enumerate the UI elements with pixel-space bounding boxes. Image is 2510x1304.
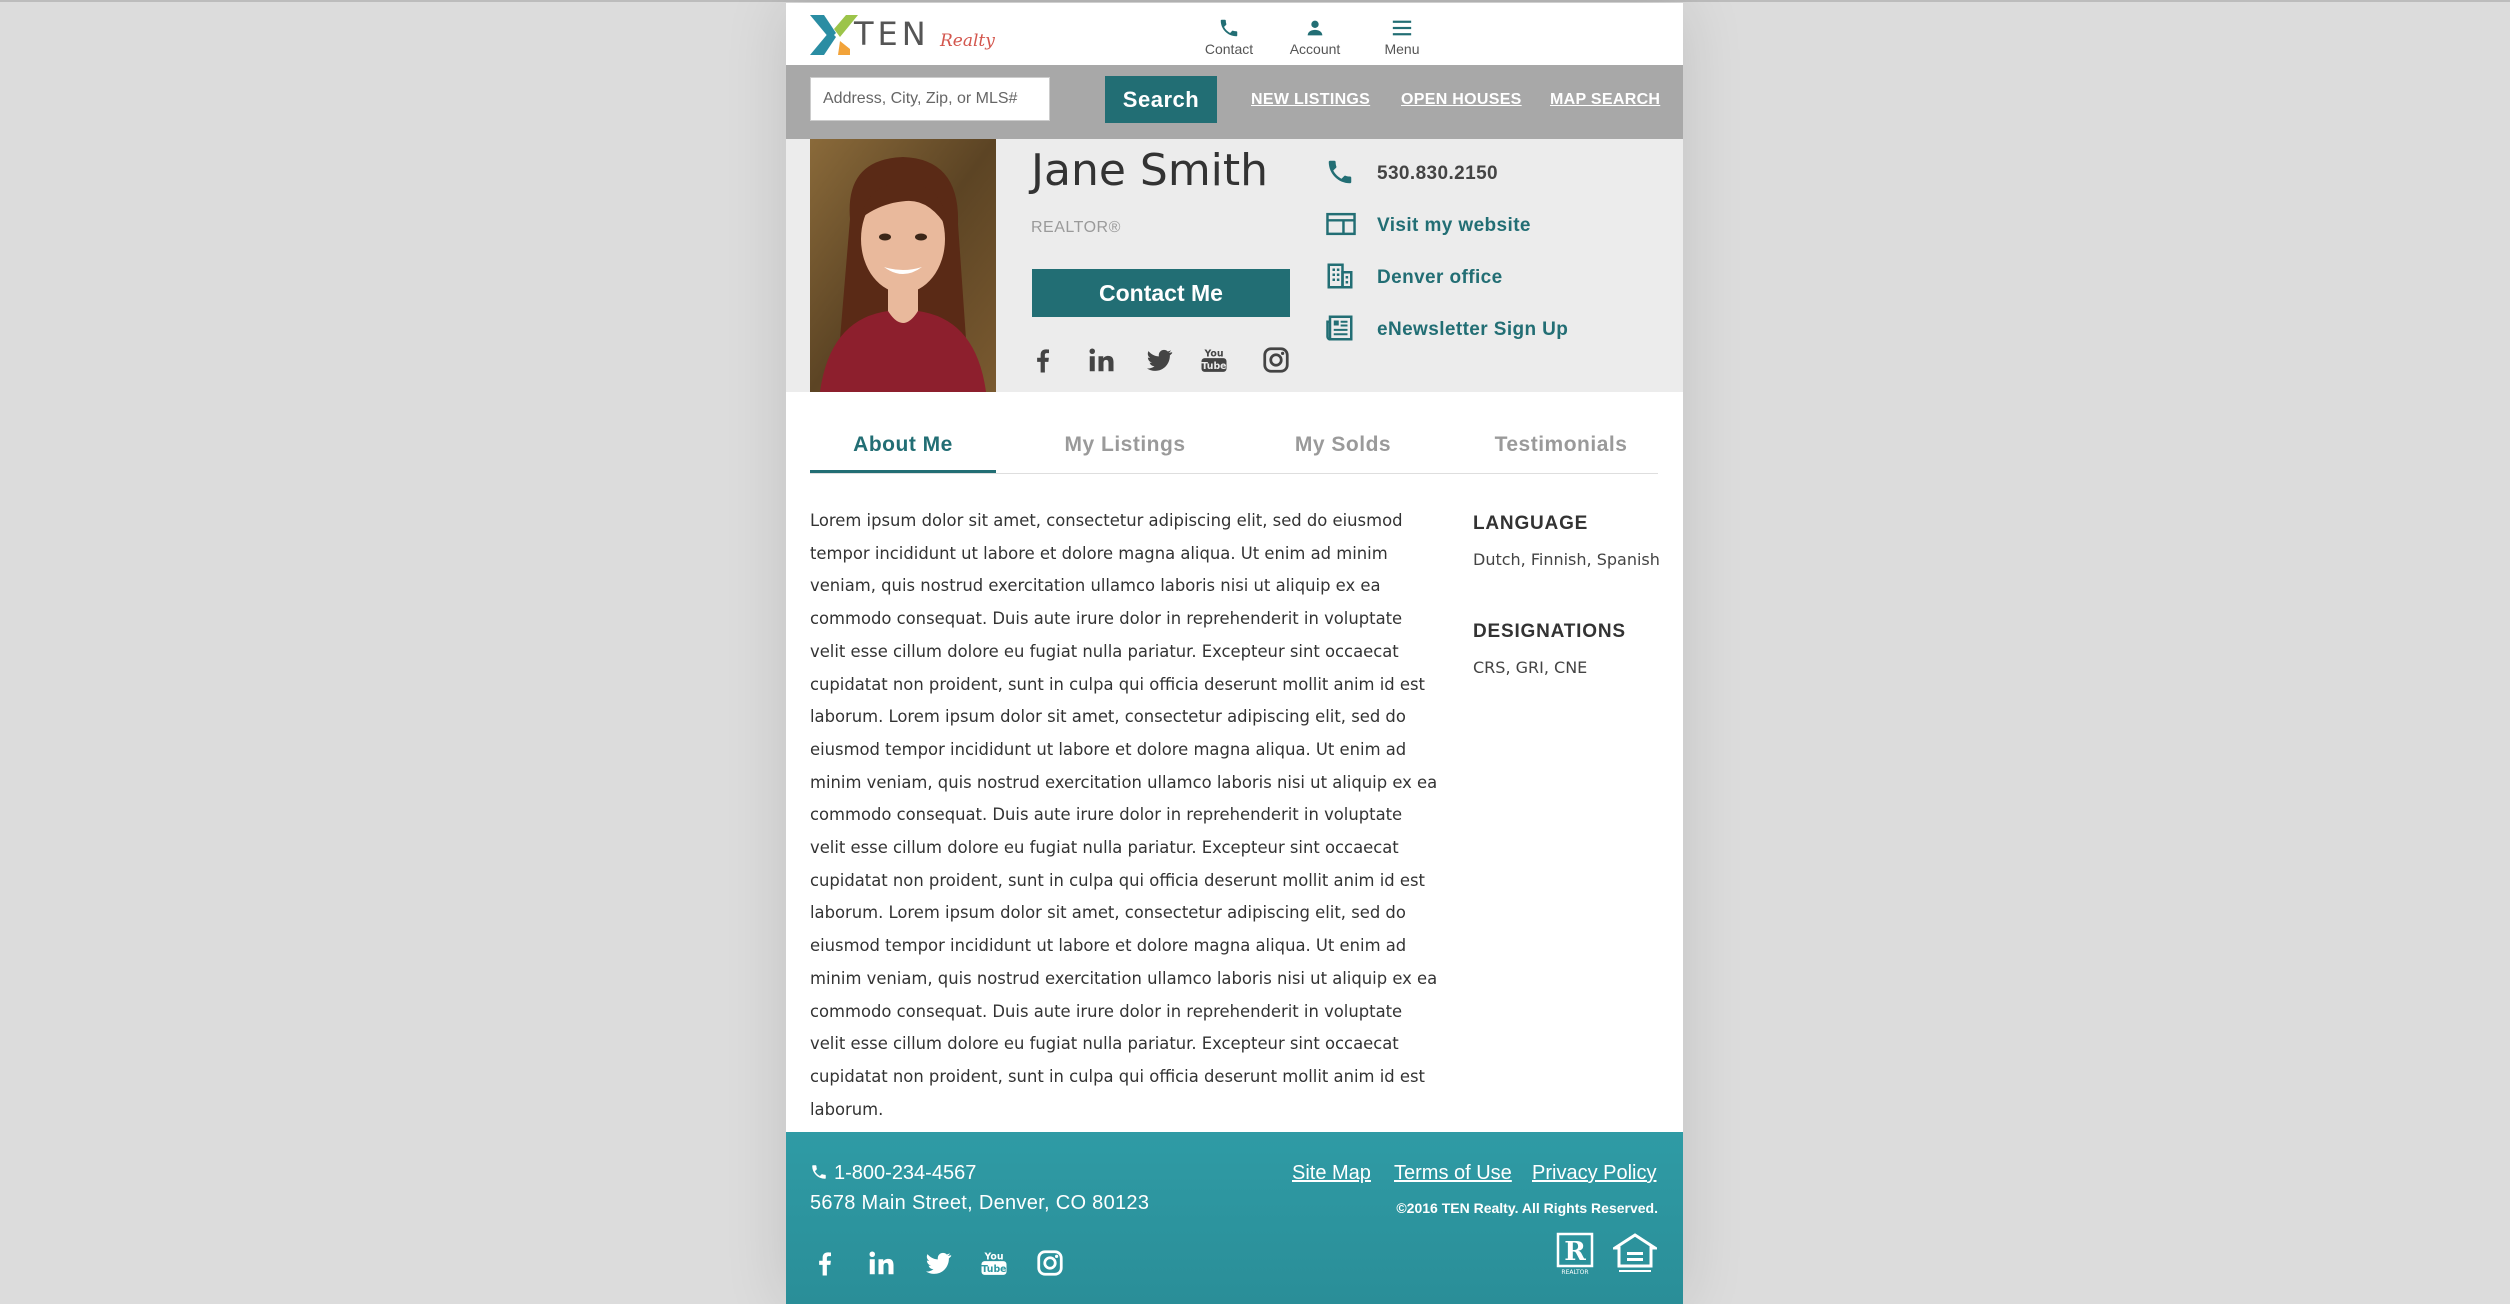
footer-phone-number: 1-800-234-4567 [834, 1162, 977, 1184]
agent-profile-card: Jane Smith REALTOR® Contact Me You Tube 5… [786, 139, 1683, 392]
svg-text:You: You [983, 1251, 1003, 1262]
designations-heading: DESIGNATIONS [1473, 621, 1626, 642]
phone-icon [1194, 17, 1264, 39]
denver-office-label: Denver office [1377, 267, 1503, 288]
site-header: TEN Realty Contact Account Menu [786, 3, 1683, 65]
office-building-icon [1325, 261, 1357, 293]
agent-photo [810, 139, 996, 392]
footer-instagram-icon[interactable] [1035, 1248, 1065, 1278]
active-tab-indicator [810, 470, 996, 473]
terms-of-use-link[interactable]: Terms of Use [1394, 1162, 1512, 1185]
svg-text:You: You [1203, 348, 1223, 359]
map-search-link[interactable]: MAP SEARCH [1550, 91, 1660, 109]
header-menu-label: Menu [1384, 41, 1420, 57]
facebook-icon[interactable] [1028, 345, 1058, 375]
tab-my-solds[interactable]: My Solds [1250, 433, 1436, 457]
agent-phone-number: 530.830.2150 [1377, 163, 1499, 184]
designations-value: CRS, GRI, CNE [1473, 658, 1588, 677]
realtor-logo-icon: R REALTOR [1556, 1232, 1596, 1276]
open-houses-link[interactable]: OPEN HOUSES [1401, 91, 1522, 109]
footer-linkedin-icon[interactable] [866, 1248, 896, 1278]
new-listings-link[interactable]: NEW LISTINGS [1251, 91, 1370, 109]
svg-text:R: R [1564, 1237, 1586, 1267]
enewsletter-signup-label: eNewsletter Sign Up [1377, 319, 1569, 340]
logo-wordmark: TEN [854, 15, 930, 53]
profile-tabs: About Me My Listings My Solds Testimonia… [810, 417, 1658, 474]
contact-me-button[interactable]: Contact Me [1032, 269, 1290, 317]
window-top-border [0, 0, 2510, 2]
footer-youtube-icon[interactable]: You Tube [979, 1248, 1009, 1278]
footer-facebook-icon[interactable] [810, 1248, 840, 1278]
phone-icon [1325, 157, 1357, 189]
svg-text:REALTOR: REALTOR [1561, 1269, 1588, 1276]
language-heading: LANGUAGE [1473, 513, 1589, 534]
search-button[interactable]: Search [1105, 76, 1217, 123]
svg-text:Tube: Tube [1201, 361, 1226, 372]
header-account-button[interactable]: Account [1280, 17, 1350, 57]
instagram-icon[interactable] [1261, 345, 1291, 375]
agent-title: REALTOR® [1031, 219, 1121, 236]
search-input[interactable] [810, 77, 1050, 121]
header-contact-button[interactable]: Contact [1194, 17, 1264, 57]
linkedin-icon[interactable] [1086, 345, 1116, 375]
site-footer: 1-800-234-4567 5678 Main Street, Denver,… [786, 1132, 1683, 1304]
youtube-icon[interactable]: You Tube [1199, 345, 1229, 375]
footer-address: 5678 Main Street, Denver, CO 80123 [810, 1192, 1150, 1214]
tab-about-me[interactable]: About Me [810, 433, 996, 457]
twitter-icon[interactable] [1144, 345, 1174, 375]
phone-icon [812, 1165, 826, 1179]
account-icon [1280, 17, 1350, 39]
logo-subtitle: Realty [940, 31, 995, 51]
footer-twitter-icon[interactable] [923, 1248, 953, 1278]
agent-name: Jane Smith [1031, 145, 1269, 196]
menu-icon [1367, 17, 1437, 39]
svg-text:Tube: Tube [981, 1264, 1006, 1275]
footer-phone[interactable]: 1-800-234-4567 [810, 1162, 976, 1185]
ten-realty-logo[interactable]: TEN Realty [810, 13, 1000, 57]
about-me-text: Lorem ipsum dolor sit amet, consectetur … [810, 511, 1438, 1119]
search-bar: Search NEW LISTINGS OPEN HOUSES MAP SEAR… [786, 65, 1683, 139]
website-icon [1325, 209, 1357, 241]
logo-mark-icon [810, 15, 858, 55]
newsletter-icon [1325, 313, 1357, 345]
site-map-link[interactable]: Site Map [1292, 1162, 1371, 1185]
header-contact-label: Contact [1204, 41, 1254, 57]
footer-copyright: ©2016 TEN Realty. All Rights Reserved. [1396, 1200, 1658, 1216]
privacy-policy-link[interactable]: Privacy Policy [1532, 1162, 1656, 1185]
language-value: Dutch, Finnish, Spanish [1473, 550, 1660, 569]
header-menu-button[interactable]: Menu [1367, 17, 1437, 57]
header-account-label: Account [1289, 41, 1341, 57]
tab-testimonials[interactable]: Testimonials [1468, 433, 1654, 457]
agent-profile-page: TEN Realty Contact Account Menu Search N… [786, 3, 1683, 1304]
visit-website-label: Visit my website [1377, 215, 1531, 236]
tab-my-listings[interactable]: My Listings [1032, 433, 1218, 457]
equal-housing-opportunity-icon [1609, 1232, 1661, 1276]
